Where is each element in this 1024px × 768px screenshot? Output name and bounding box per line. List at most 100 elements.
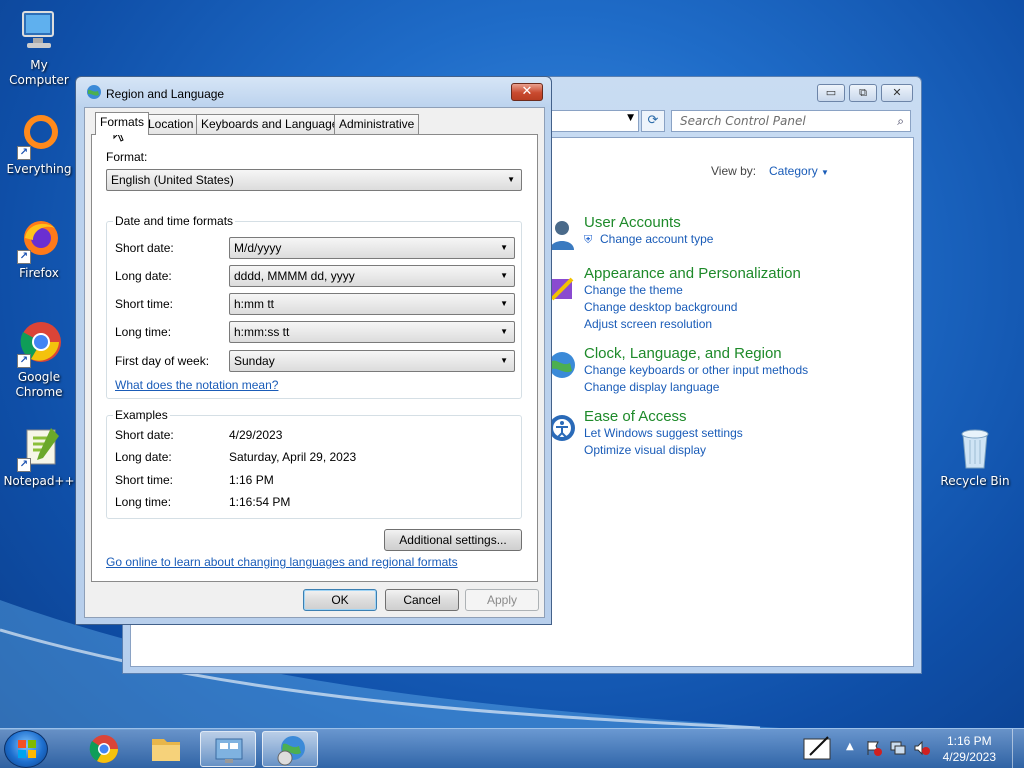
link-adjust-screen-resolution[interactable]: Adjust screen resolution (584, 316, 801, 333)
recycle-bin-icon (951, 424, 999, 472)
chevron-down-icon: ▼ (500, 271, 508, 280)
desktop-icon-google-chrome[interactable]: ↗ Google Chrome (1, 320, 77, 400)
shield-icon: ⛨ (584, 234, 593, 246)
category-ease-of-access: Ease of Access Let Windows suggest setti… (549, 408, 743, 459)
close-icon: ✕ (521, 84, 533, 99)
link-change-desktop-background[interactable]: Change desktop background (584, 299, 801, 316)
network-icon[interactable] (890, 740, 906, 759)
chrome-icon: ↗ (15, 320, 63, 368)
first-day-of-week-select[interactable]: Sunday ▼ (229, 350, 515, 372)
examples-group: Examples Short date: 4/29/2023 Long date… (106, 408, 522, 519)
volume-muted-icon[interactable] (914, 740, 930, 759)
short-date-select[interactable]: M/d/yyyy ▼ (229, 237, 515, 259)
desktop-icon-everything[interactable]: ↗ Everything (1, 112, 77, 177)
example-label: Long time: (115, 495, 172, 509)
desktop-icon-label: Everything (6, 162, 72, 176)
category-title[interactable]: Appearance and Personalization (584, 265, 801, 282)
tab-location[interactable]: Location (143, 114, 199, 134)
taskbar-control-panel[interactable] (200, 731, 256, 767)
category-user-accounts: User Accounts ⛨ Change account type (550, 214, 713, 250)
ease-of-access-icon (548, 412, 576, 444)
chevron-down-icon: ▼ (500, 356, 508, 365)
desktop-icon-my-computer[interactable]: My Computer (1, 8, 77, 88)
show-hidden-icons-icon[interactable]: ▲ (846, 741, 854, 752)
desktop-icon-label: Notepad++ (3, 474, 75, 488)
field-label: Long date: (115, 269, 172, 283)
desktop-icon-recycle-bin[interactable]: Recycle Bin (937, 424, 1013, 489)
minimize-button[interactable]: ▭ (817, 84, 845, 102)
search-input[interactable]: Search Control Panel ⌕ (671, 110, 911, 132)
start-button[interactable] (4, 730, 48, 768)
notation-help-link[interactable]: What does the notation mean? (115, 378, 278, 392)
shortcut-arrow-icon: ↗ (17, 146, 31, 160)
shortcut-arrow-icon: ↗ (17, 250, 31, 264)
globe-icon (86, 84, 102, 103)
link-change-keyboards[interactable]: Change keyboards or other input methods (584, 362, 808, 379)
view-by-dropdown[interactable]: Category ▼ (769, 164, 829, 178)
chevron-down-icon[interactable]: ▼ (627, 113, 634, 123)
pen-tablet-icon[interactable] (802, 735, 834, 764)
ok-button[interactable]: OK (303, 589, 377, 611)
control-panel-icon (215, 738, 243, 763)
category-title[interactable]: Ease of Access (584, 408, 743, 425)
shortcut-arrow-icon: ↗ (17, 354, 31, 368)
formats-panel: Format: English (United States) ▼ Date a… (91, 134, 538, 582)
refresh-button[interactable]: ⟳ (641, 110, 665, 132)
example-value: 1:16:54 PM (229, 495, 291, 509)
view-by-label: View by: (711, 164, 757, 178)
format-select[interactable]: English (United States) ▼ (106, 169, 522, 191)
region-language-dialog[interactable]: Region and Language ✕ Formats Location K… (75, 76, 552, 625)
additional-settings-button[interactable]: Additional settings... (384, 529, 522, 551)
link-change-account-type[interactable]: ⛨ Change account type (584, 231, 713, 248)
link-optimize-visual-display[interactable]: Optimize visual display (584, 442, 743, 459)
everything-search-icon: ↗ (15, 112, 63, 160)
search-icon[interactable]: ⌕ (897, 111, 904, 131)
category-title[interactable]: User Accounts (584, 214, 713, 231)
taskbar: ▲ 1:16 PM 4/29/2023 (0, 728, 1024, 768)
chevron-down-icon: ▼ (821, 168, 829, 177)
desktop-icon-notepadpp[interactable]: ↗ Notepad++ (1, 424, 77, 489)
long-date-select[interactable]: dddd, MMMM dd, yyyy ▼ (229, 265, 515, 287)
link-change-display-language[interactable]: Change display language (584, 379, 808, 396)
tab-keyboards-languages[interactable]: Keyboards and Languages (196, 114, 350, 134)
link-change-theme[interactable]: Change the theme (584, 282, 801, 299)
tab-administrative[interactable]: Administrative (334, 114, 420, 134)
example-value: Saturday, April 29, 2023 (229, 450, 357, 464)
taskbar-chrome[interactable] (76, 731, 132, 767)
taskbar-region-language[interactable] (262, 731, 318, 767)
link-let-windows-suggest[interactable]: Let Windows suggest settings (584, 425, 743, 442)
chevron-down-icon: ▼ (500, 299, 508, 308)
cancel-button[interactable]: Cancel (385, 589, 459, 611)
short-time-select[interactable]: h:mm tt ▼ (229, 293, 515, 315)
long-time-select[interactable]: h:mm:ss tt ▼ (229, 321, 515, 343)
maximize-button[interactable]: ⧉ (849, 84, 877, 102)
folder-icon (152, 739, 180, 761)
chevron-down-icon: ▼ (500, 243, 508, 252)
system-clock[interactable]: 1:16 PM 4/29/2023 (943, 733, 996, 765)
chevron-down-icon: ▼ (507, 175, 515, 184)
example-value: 4/29/2023 (229, 428, 283, 442)
desktop-icon-label: Firefox (19, 266, 59, 280)
desktop-icon-firefox[interactable]: ↗ Firefox (1, 216, 77, 281)
globe-clock-icon (277, 736, 305, 766)
apply-button[interactable]: Apply (465, 589, 539, 611)
field-label: Short time: (115, 297, 174, 311)
close-button[interactable]: ✕ (881, 84, 913, 102)
tab-formats[interactable]: Formats (95, 112, 150, 135)
group-title: Examples (113, 408, 170, 422)
address-bar[interactable]: ▼ (549, 110, 639, 132)
notepadpp-icon: ↗ (15, 424, 63, 472)
taskbar-explorer[interactable] (138, 731, 194, 767)
refresh-icon: ⟳ (647, 113, 659, 128)
clock-time: 1:16 PM (946, 734, 992, 748)
online-help-link[interactable]: Go online to learn about changing langua… (106, 555, 458, 569)
dialog-body: Formats Location Keyboards and Languages… (84, 107, 545, 618)
appearance-icon (548, 273, 576, 305)
action-center-flag-icon[interactable] (866, 740, 882, 759)
close-button[interactable]: ✕ (511, 83, 543, 101)
format-label: Format: (106, 150, 148, 164)
date-time-formats-group: Date and time formats Short date: M/d/yy… (106, 214, 522, 399)
show-desktop-button[interactable] (1012, 729, 1024, 768)
user-accounts-icon (548, 218, 576, 250)
category-title[interactable]: Clock, Language, and Region (584, 345, 808, 362)
